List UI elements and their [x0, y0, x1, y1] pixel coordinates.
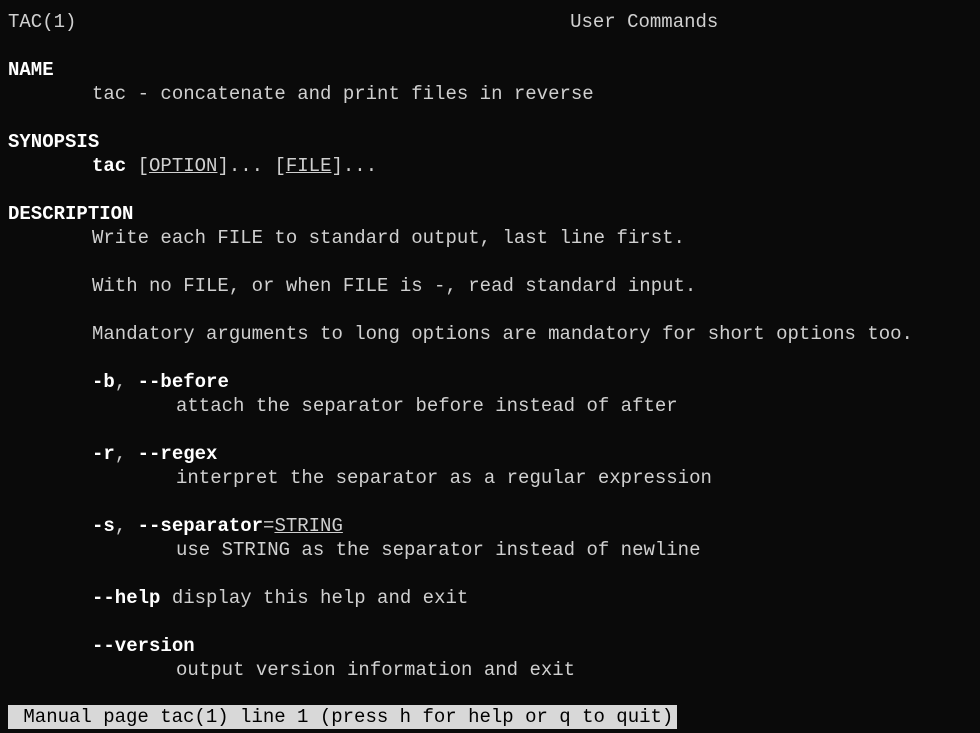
- option-sep: ,: [115, 515, 138, 537]
- description-p3: Mandatory arguments to long options are …: [8, 322, 972, 346]
- option-long: --version: [92, 635, 195, 657]
- option-r-desc: interpret the separator as a regular exp…: [8, 466, 972, 490]
- option-s: -s, --separator=STRING: [8, 514, 972, 538]
- section-synopsis-heading: SYNOPSIS: [8, 130, 972, 154]
- blank-line: [8, 298, 972, 322]
- option-b-desc: attach the separator before instead of a…: [8, 394, 972, 418]
- section-description-heading: DESCRIPTION: [8, 202, 972, 226]
- blank-line: [8, 346, 972, 370]
- description-p1: Write each FILE to standard output, last…: [8, 226, 972, 250]
- option-long: --separator: [138, 515, 263, 537]
- blank-line: [8, 250, 972, 274]
- option-space: [160, 587, 171, 609]
- option-help-desc: display this help and exit: [172, 587, 468, 609]
- option-help: --help display this help and exit: [8, 586, 972, 610]
- synopsis-option: OPTION: [149, 155, 217, 177]
- option-sep: ,: [115, 371, 138, 393]
- synopsis-text: ]...: [331, 155, 377, 177]
- section-synopsis-body: tac [OPTION]... [FILE]...: [8, 154, 972, 178]
- synopsis-text: [: [126, 155, 149, 177]
- blank-line: [8, 562, 972, 586]
- option-sep: ,: [115, 443, 138, 465]
- option-short: -r: [92, 443, 115, 465]
- synopsis-file: FILE: [286, 155, 332, 177]
- option-s-desc: use STRING as the separator instead of n…: [8, 538, 972, 562]
- option-b: -b, --before: [8, 370, 972, 394]
- description-p2: With no FILE, or when FILE is -, read st…: [8, 274, 972, 298]
- option-version-desc: output version information and exit: [8, 658, 972, 682]
- option-long: --regex: [138, 443, 218, 465]
- blank-line: [8, 610, 972, 634]
- option-short: -b: [92, 371, 115, 393]
- option-version: --version: [8, 634, 972, 658]
- blank-line: [8, 178, 972, 202]
- header-left: TAC(1): [8, 10, 76, 34]
- option-long: --help: [92, 587, 160, 609]
- blank-line: [8, 106, 972, 130]
- man-status-bar[interactable]: Manual page tac(1) line 1 (press h for h…: [8, 705, 677, 729]
- option-arg: STRING: [274, 515, 342, 537]
- man-header: TAC(1) User Commands: [8, 10, 972, 34]
- option-r: -r, --regex: [8, 442, 972, 466]
- option-eq: =: [263, 515, 274, 537]
- section-name-heading: NAME: [8, 58, 972, 82]
- blank-line: [8, 418, 972, 442]
- blank-line: [8, 490, 972, 514]
- section-name-body: tac - concatenate and print files in rev…: [8, 82, 972, 106]
- header-center: User Commands: [76, 10, 972, 34]
- synopsis-cmd: tac: [92, 155, 126, 177]
- option-long: --before: [138, 371, 229, 393]
- synopsis-text: ]... [: [217, 155, 285, 177]
- option-short: -s: [92, 515, 115, 537]
